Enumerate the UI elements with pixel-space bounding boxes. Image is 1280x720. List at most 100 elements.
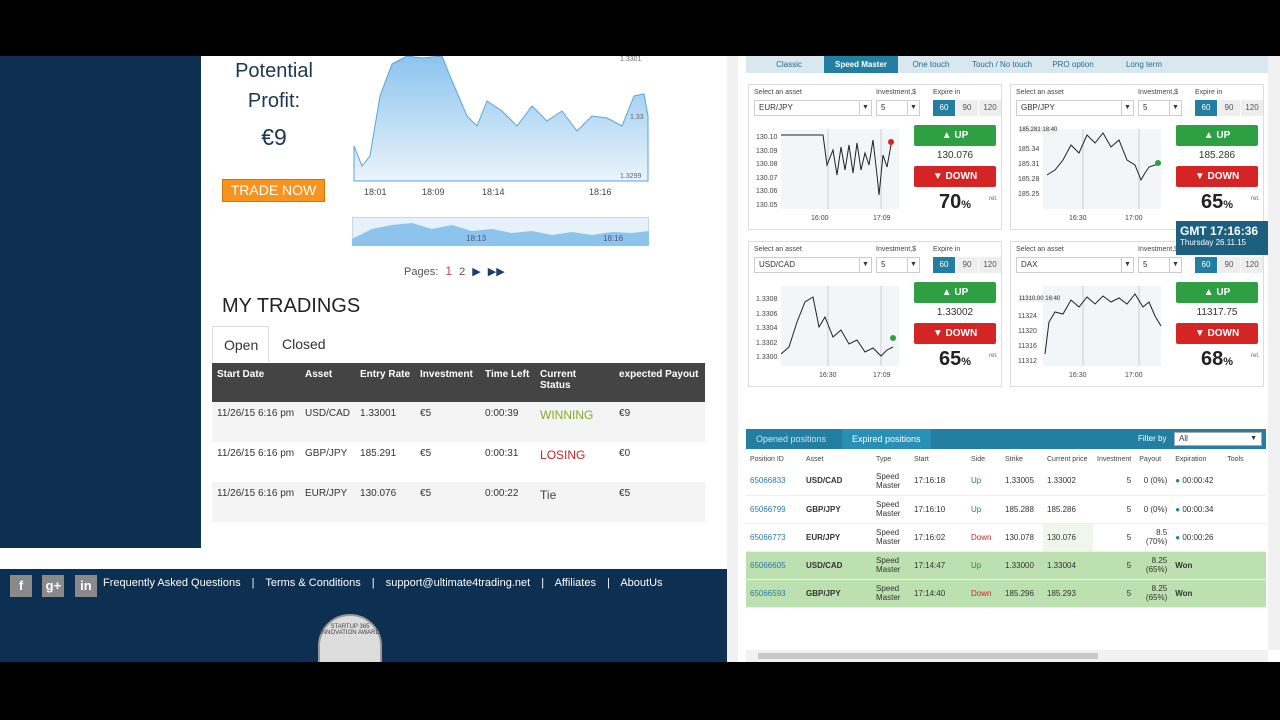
clock-icon: ● <box>1175 476 1181 486</box>
tab-long-term[interactable]: Long term <box>1106 56 1182 73</box>
cell-tools[interactable] <box>1223 551 1266 580</box>
expire-90[interactable]: 90 <box>1218 100 1240 116</box>
asset-value: USD/CAD <box>759 260 796 269</box>
col-investment: Investment <box>1097 455 1132 463</box>
asset-value: DAX <box>1021 260 1038 269</box>
down-button[interactable]: ▼ DOWN <box>914 323 996 344</box>
table-row[interactable]: 65066833 USD/CAD Speed Master 17:16:18 U… <box>746 467 1266 496</box>
expire-120[interactable]: 120 <box>1241 100 1263 116</box>
expire-60[interactable]: 60 <box>933 100 955 116</box>
left-scrollbar[interactable] <box>727 56 738 662</box>
right-vertical-scrollbar[interactable] <box>1268 56 1280 650</box>
return-percent: 70% <box>939 191 972 213</box>
cell-position-id[interactable]: 65066593 <box>746 579 802 608</box>
expire-90[interactable]: 90 <box>1218 257 1240 273</box>
up-button[interactable]: ▲ UP <box>1176 282 1258 303</box>
expire-120[interactable]: 120 <box>979 257 1001 273</box>
cell-tools[interactable] <box>1223 523 1266 552</box>
link-faq[interactable]: Frequently Asked Questions <box>103 577 241 589</box>
cell-payout: €9 <box>614 402 705 442</box>
return-label: ret. <box>989 196 998 202</box>
investment-select[interactable]: 5 ▼ <box>1138 257 1182 273</box>
tab-closed[interactable]: Closed <box>282 326 326 362</box>
linkedin-icon[interactable]: in <box>74 575 97 597</box>
y-tick: 130.06 <box>756 188 778 195</box>
table-row[interactable]: 65066593 GBP/JPY Speed Master 17:14:40 D… <box>746 579 1266 608</box>
table-row[interactable]: 65066799 GBP/JPY Speed Master 17:16:10 U… <box>746 495 1266 524</box>
current-rate: 185.286 <box>1198 150 1236 161</box>
asset-widget: Select an asset Investment,$ Expire in D… <box>1010 241 1264 387</box>
expire-90[interactable]: 90 <box>956 257 978 273</box>
y-tick: 185.25 <box>1018 191 1040 198</box>
cell-position-id[interactable]: 65066833 <box>746 467 802 496</box>
cell-strike: 185.296 <box>1001 579 1043 608</box>
up-button[interactable]: ▲ UP <box>914 125 996 146</box>
expire-60[interactable]: 60 <box>933 257 955 273</box>
tab-touch-no-touch[interactable]: Touch / No touch <box>964 56 1040 73</box>
cell-payout: 8.25 (65%) <box>1135 579 1172 608</box>
expire-60[interactable]: 60 <box>1195 257 1217 273</box>
down-button[interactable]: ▼ DOWN <box>1176 323 1258 344</box>
chevron-down-icon: ▼ <box>907 101 919 115</box>
tab-speed-master[interactable]: Speed Master <box>824 56 898 73</box>
investment-select[interactable]: 5 ▼ <box>1138 100 1182 116</box>
right-horizontal-scrollbar[interactable] <box>746 650 1268 662</box>
mini-x-tick-0: 18:01 <box>364 187 387 197</box>
cell-expiration: ● 00:00:26 <box>1171 523 1224 552</box>
pager-page-2[interactable]: 2 <box>459 266 465 278</box>
up-button[interactable]: ▲ UP <box>914 282 996 303</box>
cell-position-id[interactable]: 65066799 <box>746 495 802 524</box>
col-start-date: Start Date <box>212 363 300 402</box>
tab-expired-positions[interactable]: Expired positions <box>842 429 931 449</box>
tab-pro-option[interactable]: PRO option <box>1042 56 1104 73</box>
cell-tools[interactable] <box>1223 467 1266 496</box>
facebook-icon[interactable]: f <box>10 575 32 597</box>
cell-tools[interactable] <box>1223 495 1266 524</box>
next-page-icon[interactable]: ▶ <box>472 266 480 278</box>
link-support-email[interactable]: support@ultimate4trading.net <box>386 577 530 589</box>
col-position-id: Position ID <box>750 455 784 463</box>
asset-select[interactable]: EUR/JPY ▼ <box>754 100 872 116</box>
pager-page-1[interactable]: 1 <box>445 264 452 278</box>
tab-one-touch[interactable]: One touch <box>900 56 962 73</box>
google-plus-icon[interactable]: g+ <box>42 575 65 597</box>
table-row[interactable]: 65066773 EUR/JPY Speed Master 17:16:02 D… <box>746 523 1266 552</box>
cell-position-id[interactable]: 65066605 <box>746 551 802 580</box>
cell-type: Speed Master <box>872 579 910 608</box>
asset-select[interactable]: GBP/JPY ▼ <box>1016 100 1134 116</box>
mini-x-tick-3: 18:16 <box>589 187 612 197</box>
down-button[interactable]: ▼ DOWN <box>1176 166 1258 187</box>
link-affiliates[interactable]: Affiliates <box>555 577 596 589</box>
investment-select[interactable]: 5 ▼ <box>876 100 920 116</box>
trade-now-button[interactable]: TRADE NOW <box>222 179 325 202</box>
cell-expiration: Won <box>1171 551 1224 580</box>
tab-classic[interactable]: Classic <box>756 56 822 73</box>
tab-opened-positions[interactable]: Opened positions <box>746 429 837 449</box>
expire-120[interactable]: 120 <box>1241 257 1263 273</box>
asset-select[interactable]: DAX ▼ <box>1016 257 1134 273</box>
link-about[interactable]: AboutUs <box>620 577 662 589</box>
link-terms[interactable]: Terms & Conditions <box>265 577 360 589</box>
investment-select[interactable]: 5 ▼ <box>876 257 920 273</box>
cell-rate: 185.291 <box>360 448 397 459</box>
asset-select[interactable]: USD/CAD ▼ <box>754 257 872 273</box>
down-button[interactable]: ▼ DOWN <box>914 166 996 187</box>
tab-open[interactable]: Open <box>212 326 269 362</box>
cell-position-id[interactable]: 65066773 <box>746 523 802 552</box>
expire-90[interactable]: 90 <box>956 100 978 116</box>
table-row[interactable]: 65066605 USD/CAD Speed Master 17:14:47 U… <box>746 551 1266 580</box>
scroll-thumb[interactable] <box>758 653 1098 659</box>
last-page-icon[interactable]: ▶▶ <box>488 266 505 278</box>
x-tick: 16:30 <box>1069 372 1087 379</box>
y-ticks: 11324 11320 11316 11312 <box>1018 309 1048 369</box>
cell-payout: €0 <box>619 448 631 459</box>
expire-60[interactable]: 60 <box>1195 100 1217 116</box>
cell-tools[interactable] <box>1223 579 1266 608</box>
footer: f g+ in Frequently Asked Questions | Ter… <box>0 569 727 662</box>
expire-120[interactable]: 120 <box>979 100 1001 116</box>
up-button[interactable]: ▲ UP <box>1176 125 1258 146</box>
filter-select[interactable]: All ▼ <box>1174 432 1262 446</box>
cell-date: 11/26/15 6:16 pm <box>212 402 300 442</box>
cell-asset: USD/CAD <box>300 402 356 442</box>
left-navy-panel <box>0 56 201 548</box>
